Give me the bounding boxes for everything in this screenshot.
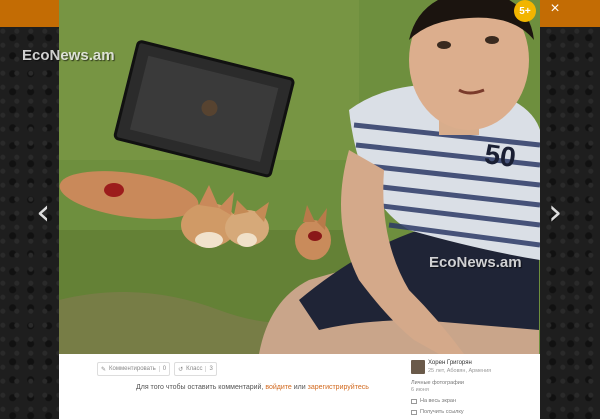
shirt-print: 50 (483, 138, 518, 173)
watermark-right: EcoNews.am (429, 254, 522, 271)
author-meta: 25 лет, Абовян, Армения (428, 368, 492, 374)
like-icon: ↺ (178, 366, 184, 373)
get-link-button[interactable]: Получить ссылку (411, 409, 464, 415)
comment-count: 0 (158, 366, 166, 372)
fullscreen-label: На весь экран (420, 398, 456, 404)
author-name[interactable]: Хорен Григорян (428, 360, 472, 366)
comment-hint: Для того чтобы оставить комментарий, вой… (136, 384, 369, 391)
login-link[interactable]: войдите (265, 384, 291, 391)
like-button[interactable]: ↺ Класс 3 (174, 362, 217, 376)
album-link[interactable]: Личные фотографии (411, 380, 464, 386)
next-photo-arrow-icon[interactable]: › (548, 193, 562, 233)
register-link[interactable]: зарегистрируйтесь (308, 384, 369, 391)
photo-actions: ✎ Комментировать 0 ↺ Класс 3 (97, 362, 217, 376)
avatar[interactable] (411, 360, 425, 374)
fullscreen-icon (411, 398, 417, 404)
watermark-left: EcoNews.am (22, 47, 115, 64)
photo-date: 6 июня (411, 387, 429, 393)
comment-button[interactable]: ✎ Комментировать 0 (97, 362, 171, 376)
comment-label: Комментировать (109, 366, 156, 372)
photo-illustration: 50 (59, 0, 540, 354)
fullscreen-button[interactable]: На весь экран (411, 398, 456, 404)
close-icon[interactable]: × (548, 1, 562, 17)
photo[interactable]: 50 (59, 0, 540, 354)
link-icon (411, 409, 417, 415)
like-label: Класс (186, 366, 203, 372)
age-rating-badge: 5+ (514, 0, 536, 22)
comment-hint-prefix: Для того чтобы оставить комментарий, (136, 384, 266, 391)
get-link-label: Получить ссылку (420, 409, 464, 415)
comment-icon: ✎ (101, 366, 107, 373)
prev-photo-arrow-icon[interactable]: ‹ (36, 193, 50, 233)
comment-hint-middle: или (291, 384, 308, 391)
photo-info-panel: ✎ Комментировать 0 ↺ Класс 3 Для того чт… (59, 354, 540, 419)
like-count: 3 (205, 366, 213, 372)
